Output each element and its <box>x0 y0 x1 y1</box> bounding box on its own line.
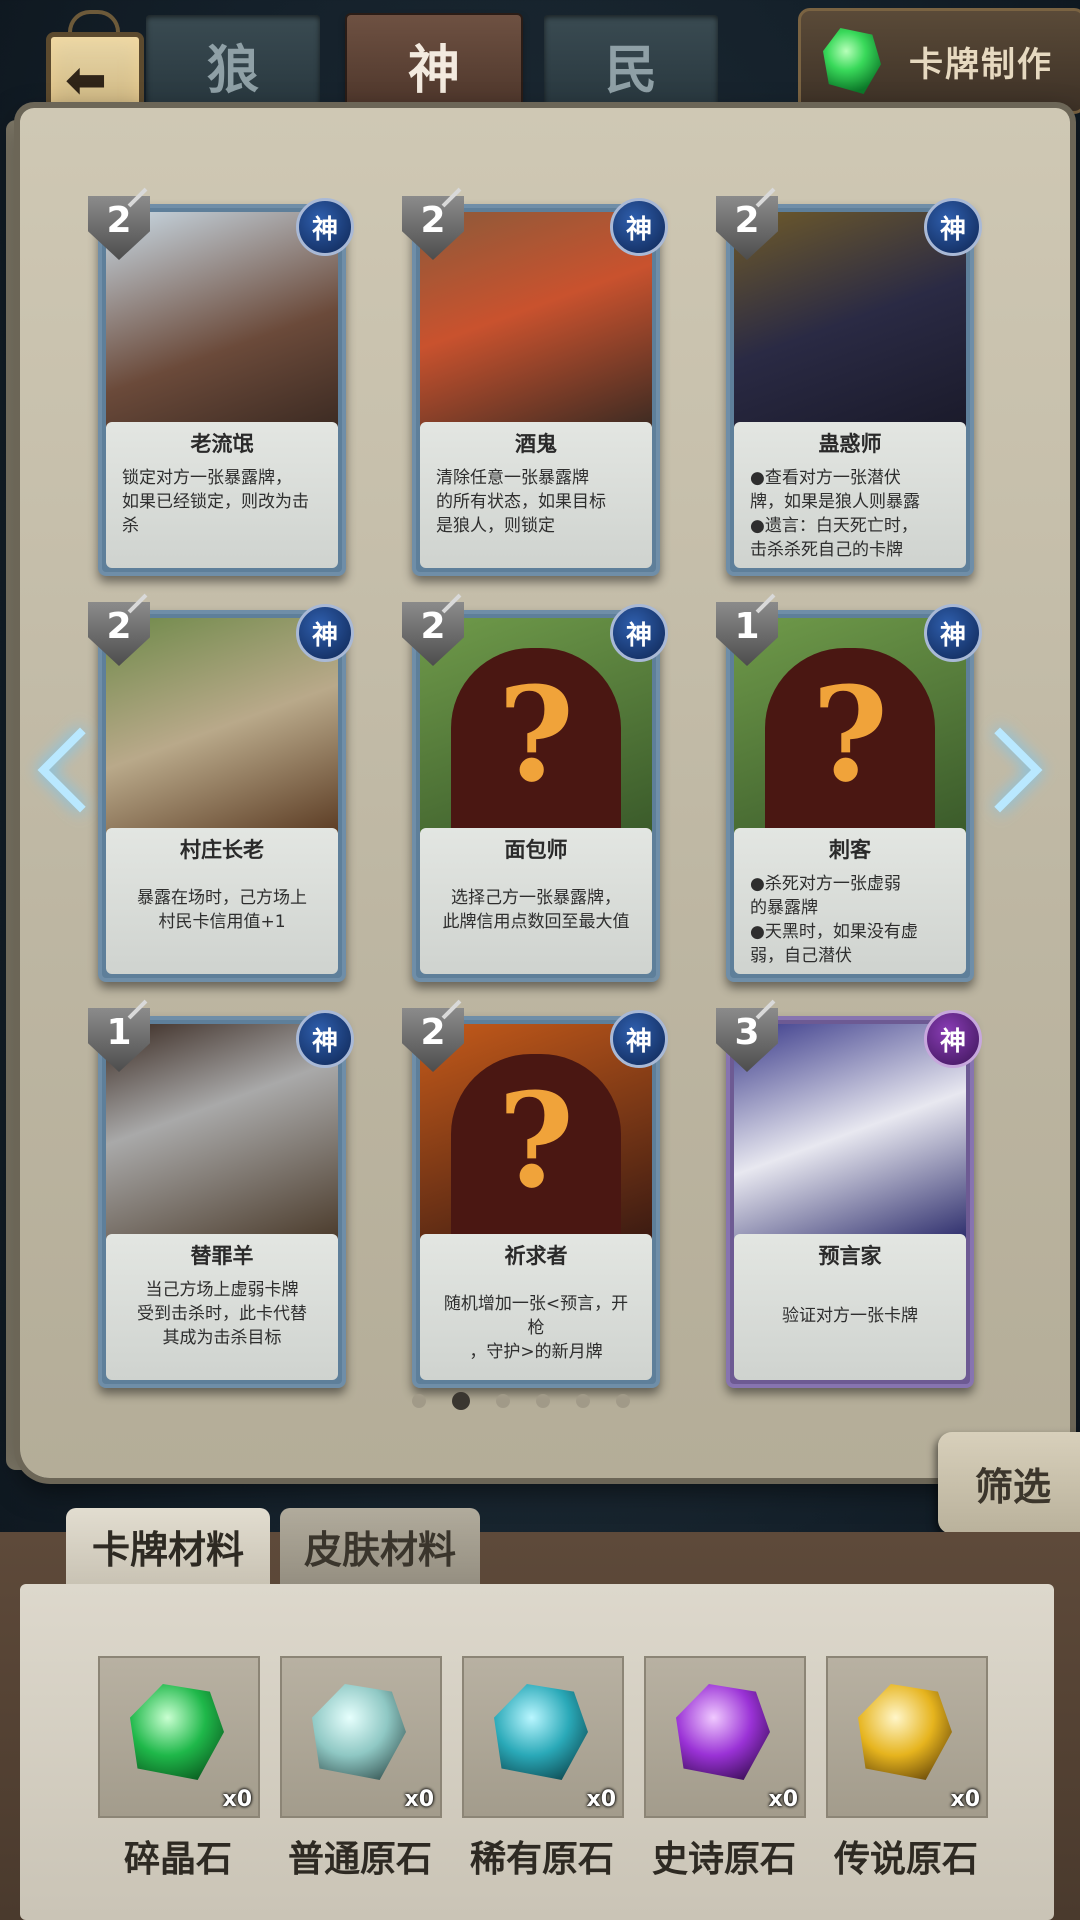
card-description: 选择己方一张暴露牌， 此牌信用点数回至最大值 <box>442 888 630 932</box>
question-mark-icon: ? <box>497 658 575 811</box>
card-description: 锁定对方一张暴露牌， 如果已经锁定，则改为击 杀 <box>122 468 309 536</box>
pagination-dot[interactable] <box>576 1394 590 1408</box>
card-name: 村庄长老 <box>180 838 264 862</box>
card-name: 刺客 <box>829 838 871 862</box>
card-name: 替罪羊 <box>190 1244 254 1268</box>
card-description: 清除任意一张暴露牌 的所有状态，如果目标 是狼人，则锁定 <box>436 468 606 536</box>
card-item[interactable]: ? 刺客 ●杀死对方一张虚弱 的暴露牌 ●天黑时，如果没有虚 弱，自己潜伏 1 … <box>716 593 982 982</box>
filter-button[interactable]: 筛选 <box>938 1432 1080 1534</box>
card-name: 蛊惑师 <box>818 432 882 456</box>
material-slot-rare[interactable]: x0 <box>462 1656 624 1818</box>
material-count: x0 <box>950 1787 981 1812</box>
card-info: 刺客 ●杀死对方一张虚弱 的暴露牌 ●天黑时，如果没有虚 弱，自己潜伏 <box>734 828 966 974</box>
card-name: 酒鬼 <box>515 432 557 456</box>
card-item[interactable]: ? 祈求者 随机增加一张<预言，开枪 ，守护>的新月牌 2 神 <box>402 999 668 1388</box>
common-ore-icon <box>312 1684 406 1780</box>
rare-ore-icon <box>494 1684 588 1780</box>
tab-wolf[interactable]: 狼 <box>146 15 320 115</box>
pagination-dots <box>412 1392 630 1410</box>
card-info: 祈求者 随机增加一张<预言，开枪 ，守护>的新月牌 <box>420 1234 652 1380</box>
material-label: 普通原石 <box>287 1839 432 1880</box>
material-count: x0 <box>222 1787 253 1812</box>
back-button[interactable]: ⬅ <box>38 10 144 128</box>
card-description: 当己方场上虚弱卡牌 受到击杀时，此卡代替 其成为击杀目标 <box>137 1280 307 1348</box>
question-mark-icon: ? <box>497 1064 575 1217</box>
tab-skin-materials[interactable]: 皮肤材料 <box>280 1508 480 1584</box>
pagination-dot[interactable] <box>496 1394 510 1408</box>
card-item[interactable]: 村庄长老 暴露在场时，己方场上 村民卡信用值+1 2 神 <box>88 593 354 982</box>
card-info: 替罪羊 当己方场上虚弱卡牌 受到击杀时，此卡代替 其成为击杀目标 <box>106 1234 338 1380</box>
card-name: 预言家 <box>818 1244 882 1268</box>
legendary-ore-icon <box>858 1684 952 1780</box>
faction-badge: 神 <box>610 198 668 256</box>
card-info: 蛊惑师 ●查看对方一张潜伏 牌，如果是狼人则暴露 ●遗言：白天死亡时， 击杀杀死… <box>734 422 966 568</box>
card-name: 面包师 <box>504 838 568 862</box>
pagination-dot[interactable] <box>616 1394 630 1408</box>
material-label: 传说原石 <box>833 1839 978 1880</box>
card-description: ●杀死对方一张虚弱 的暴露牌 ●天黑时，如果没有虚 弱，自己潜伏 <box>750 874 918 966</box>
material-slot-common[interactable]: x0 <box>280 1656 442 1818</box>
card-item[interactable]: ? 面包师 选择己方一张暴露牌， 此牌信用点数回至最大值 2 神 <box>402 593 668 982</box>
card-name: 老流氓 <box>190 432 254 456</box>
faction-badge: 神 <box>924 1010 982 1068</box>
pagination-dot[interactable] <box>536 1394 550 1408</box>
material-label: 稀有原石 <box>469 1839 614 1880</box>
epic-ore-icon <box>676 1684 770 1780</box>
card-info: 预言家 验证对方一张卡牌 <box>734 1234 966 1380</box>
faction-badge: 神 <box>610 604 668 662</box>
tab-card-materials[interactable]: 卡牌材料 <box>66 1508 270 1584</box>
shard-crystal-icon <box>130 1684 224 1780</box>
card-item[interactable]: 老流氓 锁定对方一张暴露牌， 如果已经锁定，则改为击 杀 2 神 <box>88 187 354 576</box>
card-info: 村庄长老 暴露在场时，己方场上 村民卡信用值+1 <box>106 828 338 974</box>
tab-god[interactable]: 神 <box>347 15 521 115</box>
faction-badge: 神 <box>296 1010 354 1068</box>
card-item[interactable]: 酒鬼 清除任意一张暴露牌 的所有状态，如果目标 是狼人，则锁定 2 神 <box>402 187 668 576</box>
faction-badge: 神 <box>296 604 354 662</box>
card-description: 随机增加一张<预言，开枪 ，守护>的新月牌 <box>443 1294 629 1362</box>
material-count: x0 <box>404 1787 435 1812</box>
card-item[interactable]: 蛊惑师 ●查看对方一张潜伏 牌，如果是狼人则暴露 ●遗言：白天死亡时， 击杀杀死… <box>716 187 982 576</box>
material-count: x0 <box>768 1787 799 1812</box>
faction-badge: 神 <box>924 198 982 256</box>
next-page-arrow-icon[interactable] <box>1004 728 1044 808</box>
card-item[interactable]: 预言家 验证对方一张卡牌 3 神 <box>716 999 982 1388</box>
card-craft-label: 卡牌制作 <box>909 44 1053 85</box>
material-label: 碎晶石 <box>123 1839 232 1880</box>
material-slot-shard[interactable]: x0 <box>98 1656 260 1818</box>
card-info: 酒鬼 清除任意一张暴露牌 的所有状态，如果目标 是狼人，则锁定 <box>420 422 652 568</box>
card-info: 面包师 选择己方一张暴露牌， 此牌信用点数回至最大值 <box>420 828 652 974</box>
material-slot-epic[interactable]: x0 <box>644 1656 806 1818</box>
pagination-dot[interactable] <box>412 1394 426 1408</box>
faction-badge: 神 <box>296 198 354 256</box>
question-mark-icon: ? <box>811 658 889 811</box>
card-item[interactable]: 替罪羊 当己方场上虚弱卡牌 受到击杀时，此卡代替 其成为击杀目标 1 神 <box>88 999 354 1388</box>
card-description: 验证对方一张卡牌 <box>782 1306 918 1326</box>
material-count: x0 <box>586 1787 617 1812</box>
green-crystal-icon <box>823 28 881 94</box>
prev-page-arrow-icon[interactable] <box>36 728 76 808</box>
faction-badge: 神 <box>610 1010 668 1068</box>
material-slot-legendary[interactable]: x0 <box>826 1656 988 1818</box>
card-craft-button[interactable]: 卡牌制作 <box>798 8 1080 114</box>
card-description: ●查看对方一张潜伏 牌，如果是狼人则暴露 ●遗言：白天死亡时， 击杀杀死自己的卡… <box>750 468 920 560</box>
faction-badge: 神 <box>924 604 982 662</box>
card-description: 暴露在场时，己方场上 村民卡信用值+1 <box>137 888 307 932</box>
card-name: 祈求者 <box>504 1244 568 1268</box>
tab-villager[interactable]: 民 <box>544 15 718 115</box>
card-info: 老流氓 锁定对方一张暴露牌， 如果已经锁定，则改为击 杀 <box>106 422 338 568</box>
material-label: 史诗原石 <box>651 1839 796 1880</box>
pagination-dot[interactable] <box>452 1392 470 1410</box>
